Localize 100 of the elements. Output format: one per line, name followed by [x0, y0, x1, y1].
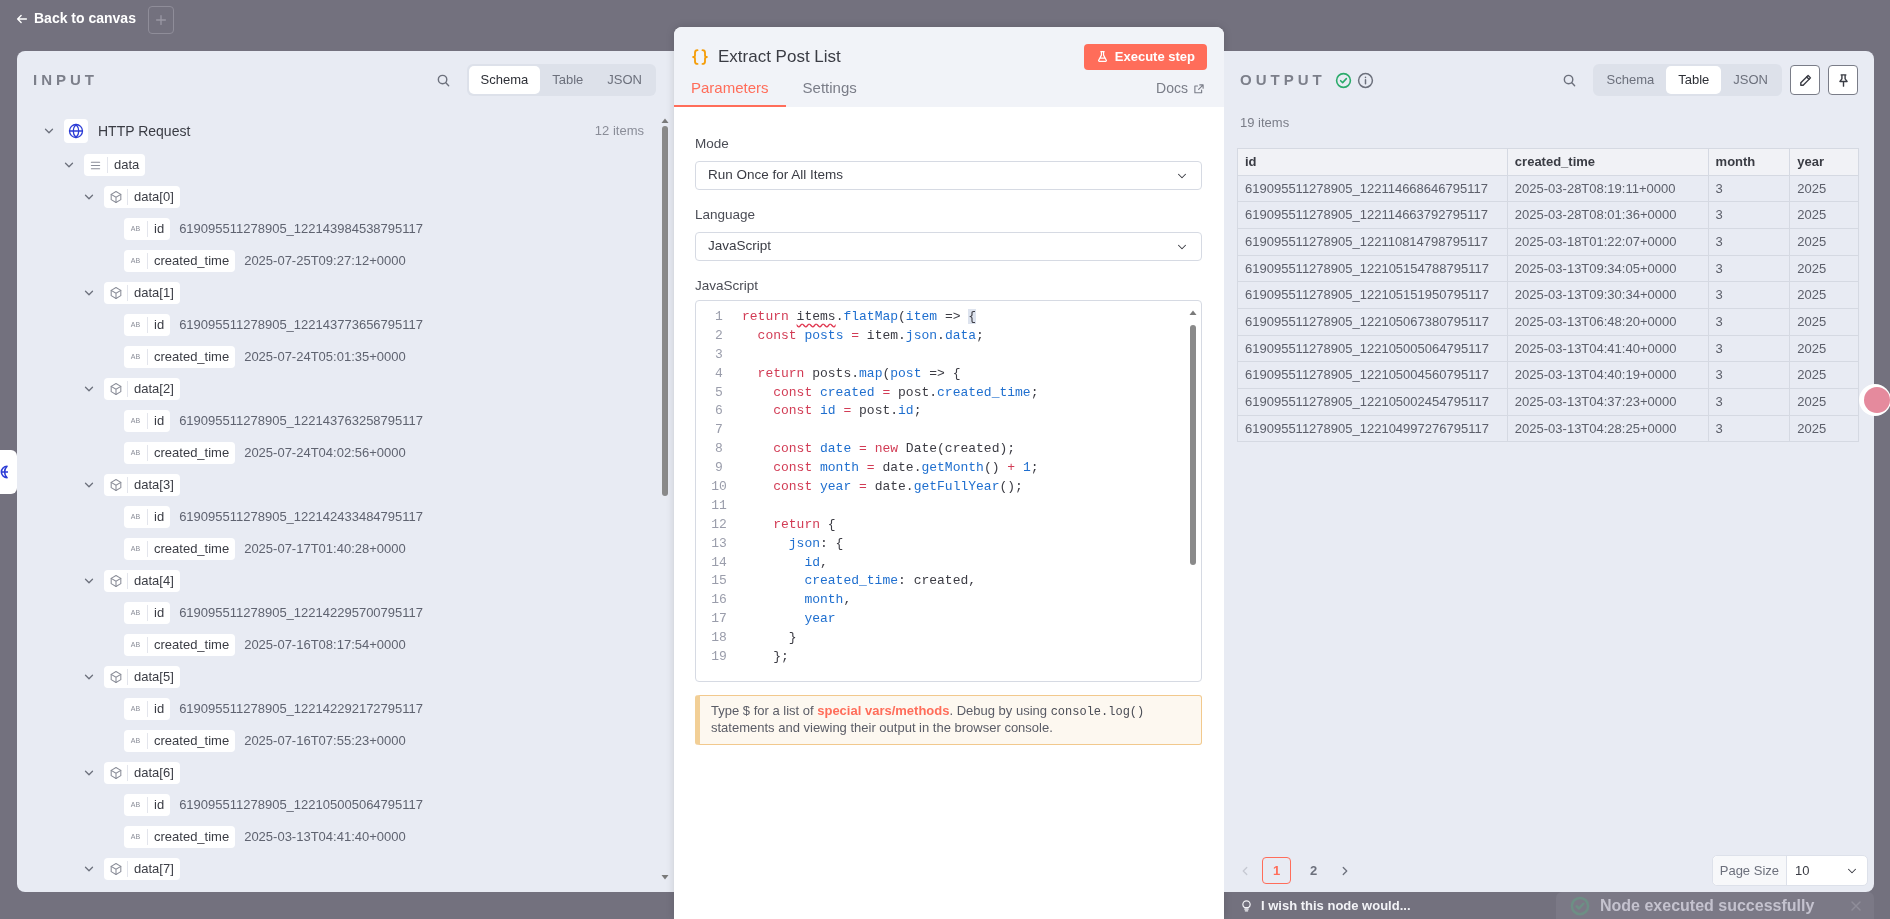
- field-chip[interactable]: data[0]: [104, 186, 180, 208]
- dropdown-field[interactable]: Run Once for All Items: [695, 161, 1202, 190]
- view-tab[interactable]: JSON: [595, 66, 654, 94]
- line-number: 3: [714, 345, 724, 364]
- field-chip[interactable]: data[5]: [104, 666, 180, 688]
- code-line: const created = post.created_time;: [772, 383, 1039, 402]
- page-size-select[interactable]: 10: [1787, 860, 1867, 881]
- table-cell: 619095511278905_122105004560795117: [1237, 361, 1508, 389]
- table-cell: 3: [1708, 308, 1790, 336]
- search-icon[interactable]: [1561, 72, 1577, 88]
- field-value: 2025-07-24T04:02:56+0000: [244, 444, 406, 463]
- line-number: 12: [710, 515, 728, 534]
- table-cell: 619095511278905_122105002454795117: [1237, 388, 1508, 416]
- column-header[interactable]: id: [1237, 148, 1508, 175]
- field-label: JavaScript: [695, 277, 760, 295]
- pencil-icon: [1797, 72, 1813, 88]
- table-cell: 2025-03-13T04:40:19+0000: [1507, 361, 1709, 389]
- info-icon[interactable]: [1356, 71, 1374, 89]
- panel-title: INPUT: [33, 69, 98, 90]
- docs-link[interactable]: Docs: [1156, 78, 1205, 107]
- field-value: 2025-07-16T08:17:54+0000: [244, 636, 406, 655]
- table-cell: 2025-03-13T06:48:20+0000: [1507, 308, 1709, 336]
- field-chip[interactable]: data[3]: [104, 474, 180, 496]
- table-cell: 3: [1708, 415, 1790, 442]
- page-button[interactable]: 2: [1299, 857, 1328, 884]
- line-number: 2: [714, 326, 724, 345]
- code-line: return items.flatMap(item => {: [742, 308, 977, 326]
- back-link[interactable]: Back to canvas: [15, 6, 136, 29]
- field-value: 2025-07-16T07:55:23+0000: [244, 732, 406, 751]
- table-cell: 3: [1708, 335, 1790, 362]
- globe-icon: [0, 465, 8, 479]
- cube-icon: [108, 670, 123, 684]
- globe-icon: [64, 119, 88, 143]
- table-cell: 619095511278905_122105151950795117: [1237, 281, 1508, 309]
- field-value: 2025-07-25T09:27:12+0000: [244, 252, 406, 271]
- cube-icon: [108, 190, 123, 204]
- cube-icon: [108, 286, 123, 300]
- table-cell: 2025-03-18T01:22:07+0000: [1507, 228, 1709, 256]
- table-cell: 619095511278905_122114663792795117: [1237, 201, 1508, 229]
- field-value: 619095511278905_122142433484795117: [179, 508, 423, 527]
- field-chip[interactable]: data[1]: [104, 282, 180, 304]
- view-tab[interactable]: Schema: [468, 66, 541, 94]
- field-chip[interactable]: data: [84, 154, 146, 176]
- table-cell: 2025: [1789, 308, 1859, 336]
- node-card[interactable]: [0, 450, 17, 494]
- table-cell: 619095511278905_122105005064795117: [1237, 335, 1508, 362]
- view-tab[interactable]: Schema: [1594, 66, 1667, 94]
- view-tab[interactable]: Table: [540, 66, 596, 94]
- table-cell: 619095511278905_122110814798795117: [1237, 228, 1508, 256]
- code-editor[interactable]: [695, 300, 1202, 682]
- line-number: 9: [714, 459, 724, 478]
- edit-button[interactable]: [1790, 65, 1820, 95]
- pin-button[interactable]: [1828, 65, 1858, 95]
- dropdown-field[interactable]: JavaScript: [695, 232, 1202, 261]
- field-label: Language: [695, 206, 757, 224]
- column-header[interactable]: month: [1708, 148, 1790, 175]
- field-chip[interactable]: data[2]: [104, 378, 180, 400]
- table-cell: 3: [1708, 255, 1790, 282]
- table-cell: 619095511278905_122105154788795117: [1237, 255, 1508, 282]
- line-number: 18: [710, 629, 728, 648]
- line-number: 10: [710, 478, 728, 496]
- line-number: 4: [714, 364, 724, 383]
- cube-icon: [108, 766, 123, 780]
- table-cell: 619095511278905_122114668646795117: [1237, 175, 1508, 202]
- field-chip[interactable]: data[7]: [104, 858, 180, 880]
- line-number: 15: [710, 572, 728, 591]
- feedback-link[interactable]: I wish this node would...: [1224, 895, 1411, 916]
- braces-icon: [690, 46, 710, 67]
- item-count: 12 items: [594, 122, 645, 141]
- view-tab[interactable]: JSON: [1721, 66, 1780, 94]
- code-line: const year = date.getFullYear();: [772, 478, 1023, 496]
- hint-text: Type $ for a list of special vars/methods. Debug by using console.log() statements and viewing their output in the browser console.: [695, 695, 1202, 745]
- cube-icon: [108, 382, 123, 396]
- item-count: 19 items: [1239, 114, 1291, 132]
- field-chip[interactable]: data[6]: [104, 762, 180, 784]
- view-tab[interactable]: Table: [1666, 66, 1722, 94]
- table-cell: 3: [1708, 361, 1790, 389]
- code-line: json: {: [787, 534, 844, 553]
- field-chip[interactable]: data[4]: [104, 570, 180, 592]
- line-number: 13: [710, 534, 728, 553]
- table-cell: 2025: [1789, 415, 1859, 442]
- toast-message: Node executed successfully: [1600, 895, 1815, 916]
- table-cell: 3: [1708, 175, 1790, 202]
- code-line: const id = post.id;: [772, 402, 922, 421]
- table-cell: 2025: [1789, 255, 1859, 282]
- search-icon[interactable]: [435, 72, 451, 88]
- panel-tab[interactable]: Settings: [785, 76, 874, 107]
- field-value: 2025-07-17T01:40:28+0000: [244, 540, 406, 559]
- line-number: 1: [714, 308, 724, 326]
- table-cell: 2025-03-13T09:34:05+0000: [1507, 255, 1709, 282]
- column-header[interactable]: year: [1789, 148, 1859, 175]
- line-number: 6: [714, 402, 724, 421]
- field-value: 619095511278905_122143984538795117: [179, 220, 423, 239]
- table-cell: 2025: [1789, 175, 1859, 202]
- panel-title: OUTPUT: [1240, 69, 1326, 90]
- plus-icon: [153, 13, 168, 27]
- code-line: };: [772, 648, 789, 667]
- table-cell: 619095511278905_122105067380795117: [1237, 308, 1508, 336]
- flask-icon: [1095, 50, 1109, 63]
- column-header[interactable]: created_time: [1507, 148, 1709, 175]
